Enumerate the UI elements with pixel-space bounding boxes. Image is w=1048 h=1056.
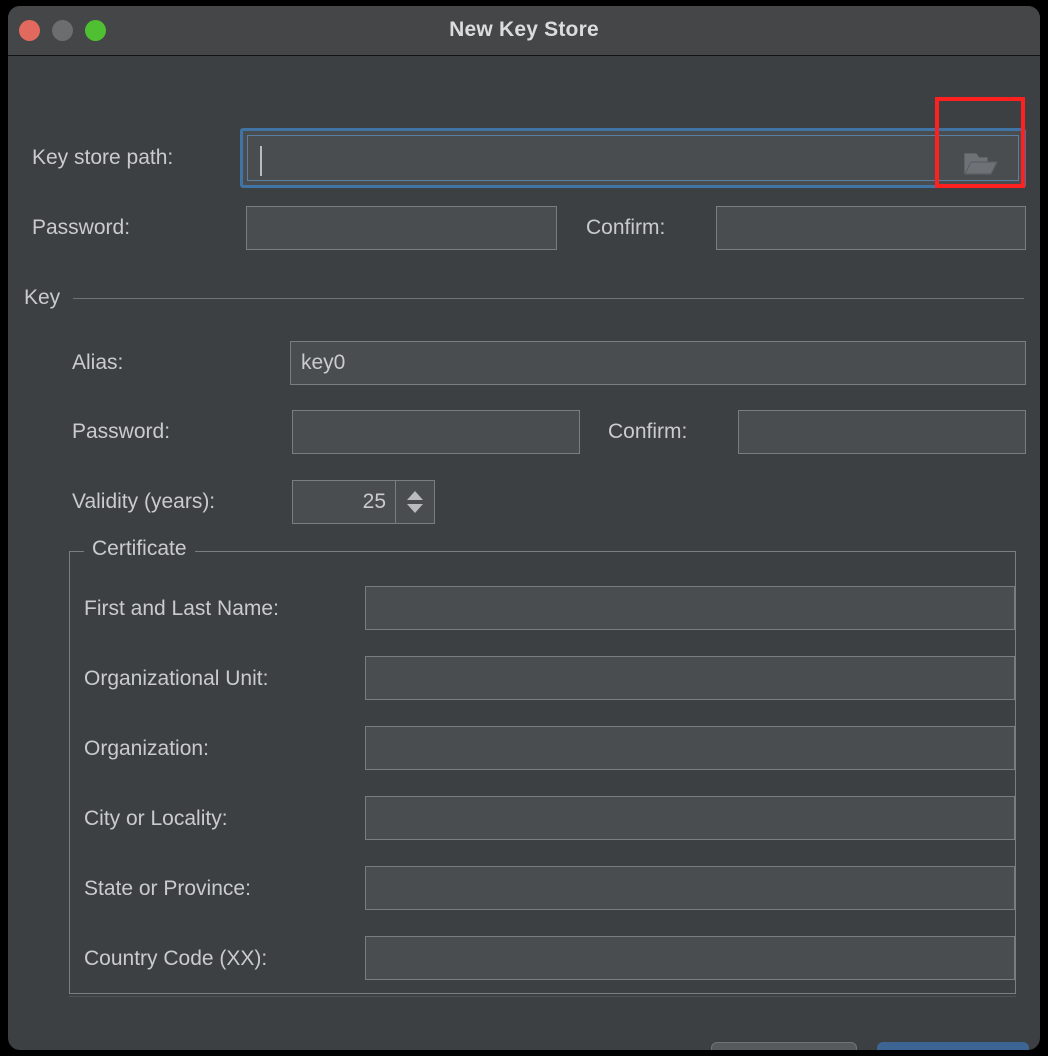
new-key-store-dialog: New Key Store Key store path: Password: [8,6,1040,1050]
first-and-last-name-input[interactable] [365,586,1015,630]
keystore-confirm-label: Confirm: [586,216,666,239]
alias-label-wrap: Alias: [72,351,123,375]
cert-field-4-label-wrap: State or Province: [84,877,251,901]
key-section-divider [73,297,1024,299]
validity-stepper[interactable]: 25 [292,480,435,524]
keystore-confirm-label-wrap: Confirm: [586,216,665,240]
key-section-title: Key [24,286,61,309]
keystore-password-label: Password: [32,216,131,239]
cert-field-3-label-wrap: City or Locality: [84,807,228,831]
cert-field-5-label-wrap: Country Code (XX): [84,947,267,971]
state-or-province-input[interactable] [365,866,1015,910]
cert-field-2-label-wrap: Organization: [84,737,209,761]
alias-label: Alias: [72,351,124,374]
country-code-label: Country Code (XX): [84,947,268,970]
organizational-unit-label: Organizational Unit: [84,667,269,690]
keystore-path-label: Key store path: [32,146,174,169]
validity-label: Validity (years): [72,490,216,513]
organizational-unit-input[interactable] [365,656,1015,700]
key-confirm-input[interactable] [738,410,1026,454]
key-confirm-label-wrap: Confirm: [608,420,687,444]
keystore-path-label-wrap: Key store path: [32,146,173,170]
key-password-label-wrap: Password: [72,420,170,444]
cert-field-0-label-wrap: First and Last Name: [84,597,279,621]
validity-value[interactable]: 25 [293,481,395,523]
validity-label-wrap: Validity (years): [72,490,215,514]
cancel-button[interactable]: Cancel [711,1042,857,1050]
certificate-group-legend: Certificate [84,537,195,561]
dialog-body: Key store path: Password: Confirm: Key A… [8,56,1040,1050]
window-title: New Key Store [449,18,599,41]
keystore-confirm-input[interactable] [716,206,1026,250]
alias-input[interactable]: key0 [290,341,1026,385]
title-bar: New Key Store [8,6,1040,56]
validity-stepper-arrows [395,481,434,523]
key-confirm-label: Confirm: [608,420,688,443]
keystore-path-input[interactable] [247,135,1019,181]
city-or-locality-label: City or Locality: [84,807,228,830]
state-or-province-label: State or Province: [84,877,251,900]
key-password-label: Password: [72,420,171,443]
browse-button[interactable] [950,142,1012,186]
first-and-last-name-label: First and Last Name: [84,597,279,620]
country-code-input[interactable] [365,936,1015,980]
cert-field-1-label-wrap: Organizational Unit: [84,667,268,691]
key-section-header: Key [24,286,1024,310]
text-caret [260,146,262,176]
city-or-locality-input[interactable] [365,796,1015,840]
organization-label: Organization: [84,737,209,760]
keystore-path-field-focus-ring [240,128,1026,188]
key-password-input[interactable] [292,410,580,454]
chevron-down-icon[interactable] [407,504,423,513]
footer-divider [69,996,1016,997]
ok-button[interactable]: OK [877,1042,1029,1050]
chevron-up-icon[interactable] [407,491,423,500]
keystore-password-input[interactable] [246,206,557,250]
organization-input[interactable] [365,726,1015,770]
keystore-password-label-wrap: Password: [32,216,130,240]
folder-open-icon [964,153,998,175]
